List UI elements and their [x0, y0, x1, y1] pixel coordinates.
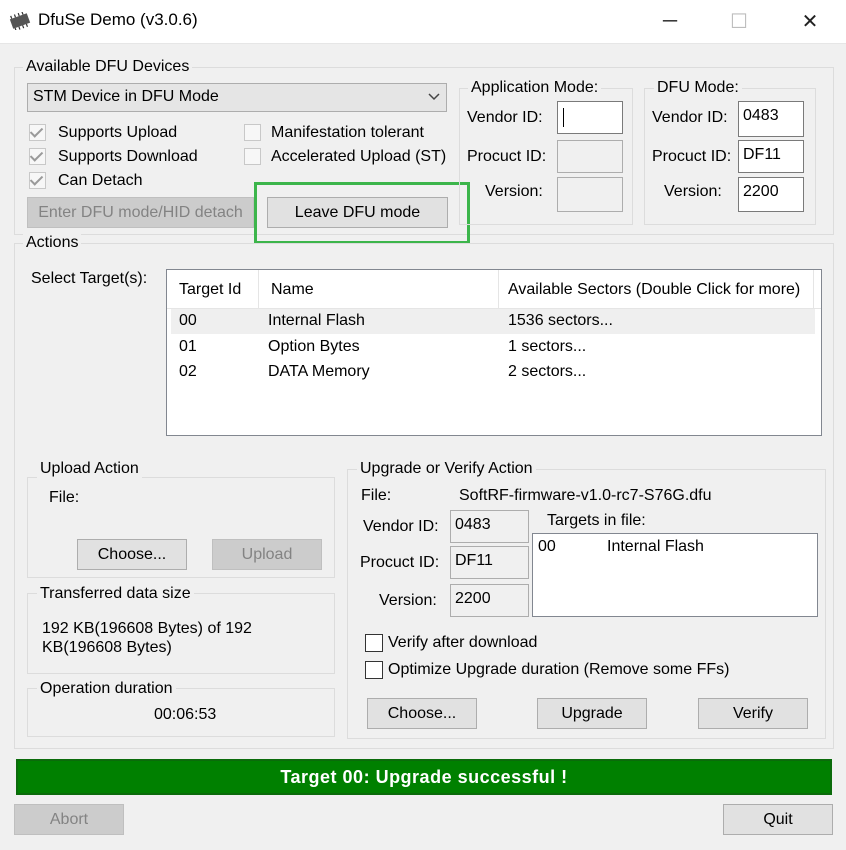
- operation-duration-label: Operation duration: [37, 680, 176, 698]
- app-product-id-field[interactable]: [557, 140, 623, 173]
- accelerated-upload-label: Accelerated Upload (ST): [271, 148, 447, 165]
- targets-list[interactable]: Target Id Name Available Sectors (Double…: [166, 269, 822, 436]
- app-version-field[interactable]: [557, 177, 623, 212]
- abort-button: Abort: [14, 804, 124, 835]
- column-target-id[interactable]: Target Id: [179, 281, 241, 299]
- row-target-id: 02: [179, 363, 197, 380]
- upgrade-verify-label: Upgrade or Verify Action: [357, 460, 536, 478]
- supports-download-label: Supports Download: [58, 148, 198, 165]
- highlight-annotation-box: [254, 182, 470, 244]
- targets-in-file-list[interactable]: 00 Internal Flash: [532, 533, 818, 617]
- upgrade-vendor-id-label: Vendor ID:: [363, 518, 439, 535]
- upload-action-label: Upload Action: [37, 460, 142, 478]
- upgrade-product-id-label: Procuct ID:: [360, 554, 440, 571]
- manifestation-tolerant-checkbox: [244, 124, 261, 141]
- application-mode-label: Application Mode:: [468, 79, 602, 97]
- app-version-label: Version:: [485, 183, 543, 200]
- row-target-id: 01: [179, 338, 197, 355]
- targets-in-file-id: 00: [538, 538, 556, 555]
- chevron-down-icon: [428, 93, 440, 101]
- dfu-product-id-label: Procuct ID:: [652, 148, 732, 165]
- row-name: Option Bytes: [268, 338, 360, 355]
- can-detach-label: Can Detach: [58, 172, 143, 189]
- column-separator: [813, 270, 814, 308]
- upload-choose-button[interactable]: Choose...: [77, 539, 187, 570]
- available-devices-label: Available DFU Devices: [23, 58, 193, 76]
- column-separator: [258, 270, 259, 308]
- upgrade-file-name: SoftRF-firmware-v1.0-rc7-S76G.dfu: [459, 487, 712, 504]
- upgrade-button[interactable]: Upgrade: [537, 698, 647, 729]
- actions-label: Actions: [23, 234, 82, 252]
- optimize-upgrade-checkbox[interactable]: [365, 661, 383, 679]
- operation-duration-value: 00:06:53: [154, 706, 217, 723]
- minimize-button[interactable]: ─: [647, 0, 693, 43]
- app-product-id-label: Procuct ID:: [467, 148, 547, 165]
- upgrade-product-id-field[interactable]: DF11: [450, 546, 529, 579]
- table-row[interactable]: 00 Internal Flash 1536 sectors...: [171, 309, 815, 334]
- can-detach-checkbox: [29, 172, 46, 189]
- table-row[interactable]: 02 DATA Memory 2 sectors...: [171, 360, 815, 385]
- upgrade-version-field[interactable]: 2200: [450, 584, 529, 617]
- verify-after-download-label: Verify after download: [388, 634, 538, 651]
- transferred-size-line2: KB(196608 Bytes): [42, 639, 172, 656]
- manifestation-tolerant-label: Manifestation tolerant: [271, 124, 424, 141]
- upload-button: Upload: [212, 539, 322, 570]
- dfu-version-label: Version:: [664, 183, 722, 200]
- status-message: Target 00: Upgrade successful !: [280, 766, 568, 787]
- window-title: DfuSe Demo (v3.0.6): [38, 10, 198, 29]
- select-targets-label: Select Target(s):: [31, 270, 148, 287]
- row-name: Internal Flash: [268, 312, 365, 329]
- targets-in-file-label: Targets in file:: [544, 512, 649, 530]
- row-name: DATA Memory: [268, 363, 370, 380]
- targets-in-file-name: Internal Flash: [607, 538, 704, 555]
- dfu-product-id-field[interactable]: DF11: [738, 140, 804, 173]
- quit-button[interactable]: Quit: [723, 804, 833, 835]
- close-button[interactable]: ✕: [787, 0, 833, 43]
- column-name[interactable]: Name: [271, 281, 314, 299]
- device-select-value: STM Device in DFU Mode: [33, 88, 219, 105]
- status-progress-bar: Target 00: Upgrade successful !: [16, 759, 832, 795]
- dfu-version-field[interactable]: 2200: [738, 177, 804, 212]
- enter-dfu-button: Enter DFU mode/HID detach: [27, 197, 254, 228]
- text-cursor: [563, 108, 564, 127]
- maximize-button: ☐: [730, 11, 748, 33]
- upgrade-vendor-id-field[interactable]: 0483: [450, 510, 529, 543]
- upgrade-file-label: File:: [361, 487, 392, 504]
- row-sectors: 2 sectors...: [508, 363, 587, 380]
- title-bar: DfuSe Demo (v3.0.6) ─ ☐ ✕: [0, 0, 846, 44]
- row-target-id: 00: [179, 312, 197, 329]
- optimize-upgrade-label: Optimize Upgrade duration (Remove some F…: [388, 661, 730, 678]
- supports-upload-label: Supports Upload: [58, 124, 178, 141]
- row-sectors: 1536 sectors...: [508, 312, 613, 329]
- dfu-vendor-id-label: Vendor ID:: [652, 109, 728, 126]
- row-sectors: 1 sectors...: [508, 338, 587, 355]
- supports-download-checkbox: [29, 148, 46, 165]
- verify-after-download-checkbox[interactable]: [365, 634, 383, 652]
- upload-file-label: File:: [49, 489, 80, 506]
- supports-upload-checkbox: [29, 124, 46, 141]
- table-row[interactable]: 01 Option Bytes 1 sectors...: [171, 335, 815, 360]
- app-vendor-id-label: Vendor ID:: [467, 109, 543, 126]
- app-vendor-id-field[interactable]: [557, 101, 623, 134]
- accelerated-upload-checkbox: [244, 148, 261, 165]
- upgrade-choose-button[interactable]: Choose...: [367, 698, 477, 729]
- chip-icon: [9, 12, 31, 30]
- verify-button[interactable]: Verify: [698, 698, 808, 729]
- transferred-size-label: Transferred data size: [37, 585, 194, 603]
- column-separator: [498, 270, 499, 308]
- targets-list-header: Target Id Name Available Sectors (Double…: [167, 270, 821, 309]
- upgrade-version-label: Version:: [379, 592, 437, 609]
- device-select[interactable]: STM Device in DFU Mode: [27, 83, 447, 112]
- dfu-vendor-id-field[interactable]: 0483: [738, 101, 804, 137]
- dfu-mode-label: DFU Mode:: [654, 79, 742, 97]
- column-available-sectors[interactable]: Available Sectors (Double Click for more…: [508, 281, 800, 299]
- transferred-size-line1: 192 KB(196608 Bytes) of 192: [42, 620, 252, 637]
